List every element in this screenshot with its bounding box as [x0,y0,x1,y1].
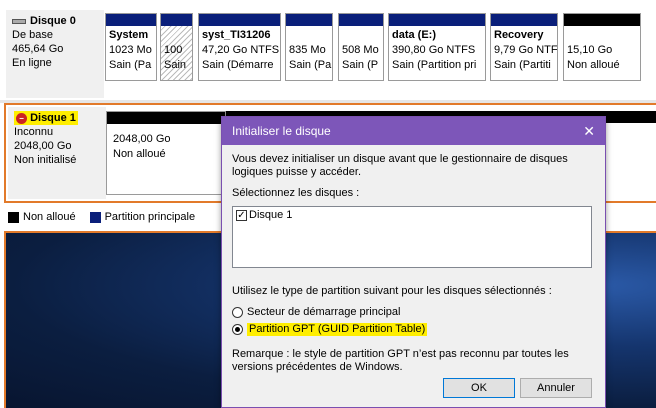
partition-recovery[interactable]: Recovery 9,79 Go NTFS Sain (Partiti [490,13,558,81]
radio-gpt[interactable] [232,324,243,335]
error-icon: − [16,113,27,124]
partition-syst[interactable]: syst_TI31206 47,20 Go NTFS Sain (Démarre [198,13,281,81]
legend: Non alloué Partition principale [8,211,195,223]
disk0-info[interactable]: Disque 0 De base 465,64 Go En ligne [6,10,104,98]
partition-msr[interactable]: 100 Sain [160,13,193,81]
dialog-title: Initialiser le disque [232,124,331,138]
checkbox-disk1[interactable]: ✓ [236,210,247,221]
legend-primary-swatch [89,211,101,223]
radio-mbr-row[interactable]: Secteur de démarrage principal [232,306,595,319]
partition-508mo[interactable]: 508 Mo Sain (P [338,13,384,81]
dialog-titlebar[interactable]: Initialiser le disque ✕ [222,117,605,145]
disk1-list-label: Disque 1 [249,209,293,221]
disk0-row: Disque 0 De base 465,64 Go En ligne Syst… [0,0,656,100]
disk0-status: En ligne [12,57,52,69]
radio-gpt-label: Partition GPT (GUID Partition Table) [247,323,428,336]
legend-unallocated-swatch [8,211,19,223]
partition-style-label: Utilisez le type de partition suivant po… [232,285,552,297]
disk1-title-highlight: − Disque 1 [14,111,78,125]
disk1-status: Non initialisé [14,154,77,166]
partition-835mo[interactable]: 835 Mo Sain (Pa [285,13,333,81]
select-disks-label: Sélectionnez les disques : [232,187,360,199]
radio-gpt-row[interactable]: Partition GPT (GUID Partition Table) [232,323,595,336]
partition-unallocated-disk0[interactable]: 15,10 Go Non alloué [563,13,641,81]
disks-listbox[interactable]: ✓ Disque 1 [232,206,592,268]
list-item[interactable]: ✓ Disque 1 [236,209,588,222]
disk1-name: Disque 1 [30,112,76,124]
initialize-disk-dialog: Initialiser le disque ✕ Vous devez initi… [221,116,606,408]
partition-system[interactable]: System 1023 Mo Sain (Pa [105,13,157,81]
radio-mbr[interactable] [232,307,243,318]
disk0-type: De base [12,29,53,41]
legend-unallocated-label: Non alloué [23,211,76,223]
close-icon[interactable]: ✕ [583,123,595,140]
disk0-name: Disque 0 [30,15,76,27]
disk0-title: Disque 0 [12,14,98,28]
disk1-info[interactable]: − Disque 1 Inconnu 2048,00 Go Non initia… [8,107,106,199]
radio-mbr-label: Secteur de démarrage principal [247,306,401,318]
dialog-intro: Vous devez initialiser un disque avant q… [232,153,568,178]
legend-primary-label: Partition principale [104,211,196,223]
partition-data-e[interactable]: data (E:) 390,80 Go NTFS Sain (Partition… [388,13,486,81]
ok-button[interactable]: OK [443,378,515,398]
disk1-size: 2048,00 Go [14,140,72,152]
disk1-unallocated-partition[interactable]: 2048,00 Go Non alloué [106,111,226,195]
disk0-size: 465,64 Go [12,43,64,55]
gpt-note: Remarque : le style de partition GPT n’e… [232,348,569,373]
cancel-button[interactable]: Annuler [520,378,592,398]
disk-icon [12,18,26,24]
disk1-type: Inconnu [14,126,54,138]
